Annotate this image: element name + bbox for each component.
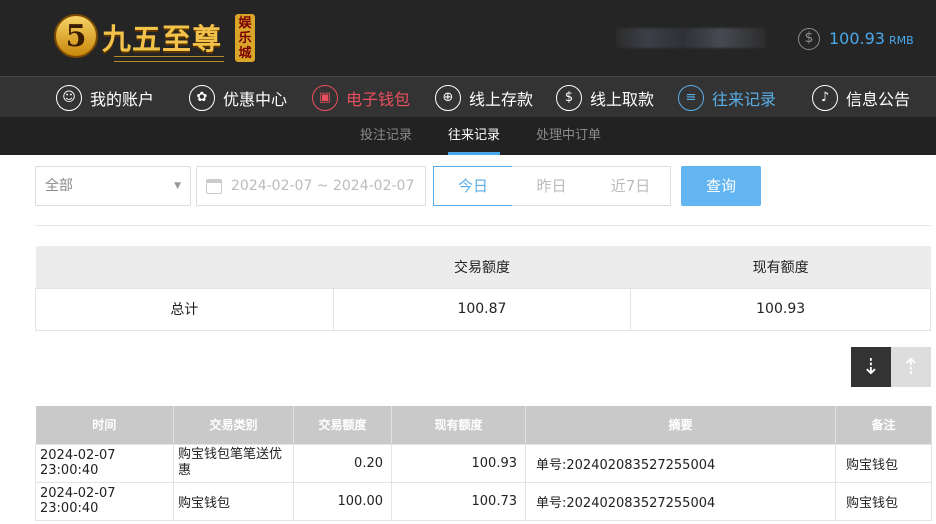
nav-label: 往来记录 [712, 89, 777, 109]
column-header: 备注 [835, 406, 932, 444]
nav-item-deposit[interactable]: ⊕ 线上存款 [435, 77, 533, 118]
summary-header: 交易额度 [333, 246, 631, 288]
column-header: 交易类别 [173, 406, 294, 444]
top-header: 5 九五至尊 娱乐城 $ 100.93 RMB [0, 0, 936, 76]
nav-item-promotions[interactable]: ✿ 优惠中心 [189, 77, 287, 118]
deposit-icon: ⊕ [435, 84, 461, 111]
table-row: 2024-02-07 23:00:40 购宝钱包笔笔送优惠 0.20 100.9… [35, 443, 932, 483]
summary-table: 交易额度 现有额度 总计 100.87 100.93 [35, 246, 931, 331]
column-header: 摘要 [525, 406, 836, 444]
search-button[interactable]: 查询 [681, 166, 761, 206]
records-icon: ≡ [678, 84, 704, 111]
summary-total-label: 总计 [35, 287, 334, 331]
type-select-value: 全部 [45, 178, 73, 194]
balance-currency: RMB [888, 34, 914, 47]
tab-transaction-records[interactable]: 往来记录 [448, 117, 501, 155]
cell-balance: 100.93 [391, 443, 526, 483]
cell-summary: 单号:202402083527255004 [525, 481, 836, 521]
gift-icon: ✿ [189, 84, 215, 111]
cell-summary: 单号:202402083527255004 [525, 443, 836, 483]
nav-item-withdraw[interactable]: $ 线上取款 [556, 77, 654, 118]
brand-logo[interactable]: 5 九五至尊 娱乐城 [54, 12, 259, 64]
column-header: 交易额度 [293, 406, 392, 444]
cell-category: 购宝钱包 [173, 481, 294, 521]
brand-badge: 娱乐城 [235, 14, 255, 62]
calendar-icon [206, 179, 222, 194]
last-7-days-button[interactable]: 近7日 [591, 166, 671, 206]
caret-down-icon: ▼ [174, 181, 181, 191]
nav-label: 电子钱包 [346, 89, 411, 109]
brand-name: 九五至尊 [102, 22, 223, 56]
tab-pending-orders[interactable]: 处理中订单 [536, 117, 601, 155]
cell-time: 2024-02-07 23:00:40 [35, 481, 174, 521]
nav-label: 线上存款 [469, 89, 534, 109]
yesterday-button[interactable]: 昨日 [512, 166, 592, 206]
nav-item-records[interactable]: ≡ 往来记录 [678, 77, 776, 118]
column-header: 时间 [35, 406, 174, 444]
nav-label: 信息公告 [846, 89, 911, 109]
logo-ornament [114, 56, 224, 62]
blurred-username [616, 28, 766, 48]
summary-transaction-amount: 100.87 [332, 287, 632, 331]
main-nav: ☺ 我的账户 ✿ 优惠中心 ▣ 电子钱包 ⊕ 线上存款 $ 线上取款 ≡ 往来记… [0, 76, 936, 117]
summary-current-balance: 100.93 [630, 287, 931, 331]
dollar-icon: $ [798, 28, 820, 50]
nav-item-my-account[interactable]: ☺ 我的账户 [56, 77, 154, 118]
column-header: 现有额度 [391, 406, 526, 444]
logo-numeral: 5 [65, 19, 87, 54]
sort-descending-icon[interactable]: ⇣ [851, 347, 891, 387]
summary-row: 总计 100.87 100.93 [35, 287, 931, 331]
summary-header-row: 交易额度 现有额度 [35, 246, 931, 288]
cell-remark: 购宝钱包 [835, 481, 932, 521]
summary-header [35, 246, 334, 288]
bell-icon: ♪ [812, 84, 838, 111]
user-icon: ☺ [56, 84, 82, 111]
divider [35, 225, 931, 226]
records-header-row: 时间 交易类别 交易额度 现有额度 摘要 备注 [35, 406, 932, 444]
summary-header: 现有额度 [630, 246, 931, 288]
date-range-value: 2024-02-07 ~ 2024-02-07 [231, 178, 415, 194]
cell-amount: 100.00 [293, 481, 392, 521]
nav-item-e-wallet[interactable]: ▣ 电子钱包 [312, 77, 410, 118]
balance-value: 100.93 [829, 29, 885, 48]
nav-label: 我的账户 [90, 89, 155, 109]
date-range-input[interactable]: 2024-02-07 ~ 2024-02-07 [196, 166, 426, 206]
wallet-icon: ▣ [312, 84, 338, 111]
account-balance: 100.93 RMB [829, 29, 914, 48]
cell-time: 2024-02-07 23:00:40 [35, 443, 174, 483]
withdraw-icon: $ [556, 84, 582, 111]
sub-nav: 投注记录 往来记录 处理中订单 [0, 117, 936, 155]
cell-balance: 100.73 [391, 481, 526, 521]
cell-category: 购宝钱包笔笔送优惠 [173, 443, 294, 483]
tab-bet-records[interactable]: 投注记录 [360, 117, 412, 155]
type-select[interactable]: 全部 ▼ [35, 166, 191, 206]
table-row: 2024-02-07 23:00:40 购宝钱包 100.00 100.73 单… [35, 481, 932, 521]
sort-ascending-icon[interactable]: ⇡ [891, 347, 931, 387]
nav-label: 线上取款 [590, 89, 655, 109]
nav-label: 优惠中心 [223, 89, 288, 109]
logo-emblem: 5 [54, 14, 98, 58]
cell-remark: 购宝钱包 [835, 443, 932, 483]
today-button[interactable]: 今日 [433, 166, 513, 206]
nav-item-announcements[interactable]: ♪ 信息公告 [812, 77, 910, 118]
cell-amount: 0.20 [293, 443, 392, 483]
records-table: 时间 交易类别 交易额度 现有额度 摘要 备注 2024-02-07 23:00… [35, 406, 932, 521]
